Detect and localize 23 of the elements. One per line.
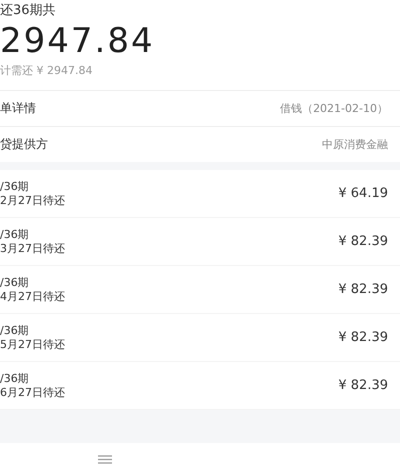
info-value: 借钱（2021-02-10） — [280, 101, 388, 116]
installment-period: /36期 — [0, 180, 30, 194]
total-amount: 2947.84 — [0, 20, 156, 62]
installment-period: /36期 — [0, 324, 30, 338]
installment-period: /36期 — [0, 228, 30, 242]
info-value: 中原消费金融 — [322, 137, 388, 152]
due-date: 5月27日待还 — [0, 338, 65, 352]
installment-amount: ¥ 64.19 — [338, 186, 388, 201]
menu-icon[interactable] — [98, 454, 112, 464]
repayment-title: 还36期共 — [0, 2, 57, 20]
due-date: 6月27日待还 — [0, 386, 65, 400]
installment-period: /36期 — [0, 276, 30, 290]
due-date: 2月27日待还 — [0, 194, 65, 208]
info-label: 贷提供方 — [0, 136, 48, 153]
due-date: 4月27日待还 — [0, 290, 65, 304]
installment-amount: ¥ 82.39 — [338, 234, 388, 249]
total-due-text: 计需还 ¥ 2947.84 — [0, 63, 94, 79]
due-date: 3月27日待还 — [0, 242, 65, 256]
info-label: 单详情 — [0, 100, 36, 117]
installment-period: /36期 — [0, 372, 30, 386]
installment-amount: ¥ 82.39 — [338, 378, 388, 393]
installment-amount: ¥ 82.39 — [338, 330, 388, 345]
installment-amount: ¥ 82.39 — [338, 282, 388, 297]
